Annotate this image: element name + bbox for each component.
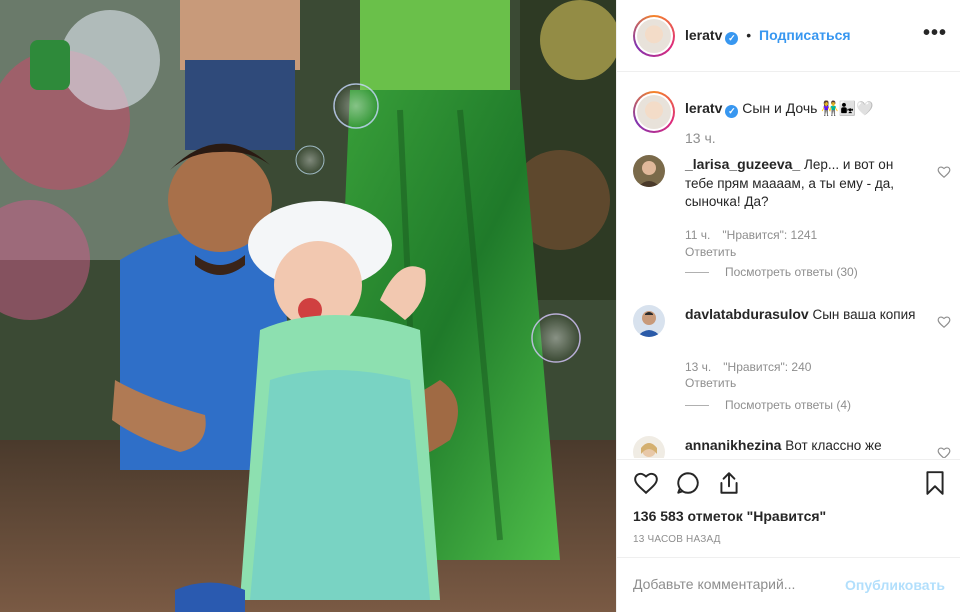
caption-text-row: leratv ✓ Сын и Дочь 👫👨‍👧🤍	[685, 99, 955, 118]
comment-username[interactable]: annanikhezina	[685, 437, 781, 453]
post-side-panel: leratv ✓ • Подписаться ••• leratv ✓ Сын и …	[616, 0, 960, 612]
commenter-avatar[interactable]	[633, 436, 665, 458]
comment-text-row: annanikhezina Вот классно же	[685, 436, 917, 456]
comment-meta: 11 ч. "Нравится": 1241	[685, 228, 817, 242]
replies-divider	[685, 272, 709, 274]
author-username[interactable]: leratv	[685, 27, 722, 43]
verified-badge-icon: ✓	[725, 32, 739, 45]
photo-illustration	[0, 0, 616, 612]
view-replies-button[interactable]: Посмотреть ответы (30)	[685, 265, 858, 279]
separator-dot: •	[746, 27, 752, 43]
view-replies-label: Посмотреть ответы (4)	[725, 398, 852, 412]
comment-text-row: _larisa_guzeeva_ Лер... и вот он тебе пр…	[685, 155, 917, 212]
comments-list[interactable]: leratv ✓ Сын и Дочь 👫👨‍👧🤍 13 ч. _larisa_g…	[617, 73, 960, 458]
reply-button[interactable]: Ответить	[685, 376, 736, 390]
author-avatar[interactable]	[633, 15, 675, 57]
follow-button[interactable]: Подписаться	[759, 27, 851, 43]
comment-username[interactable]: davlatabdurasulov	[685, 306, 809, 322]
comment-username[interactable]: _larisa_guzeeva_	[685, 156, 800, 172]
comment-likes[interactable]: "Нравится": 1241	[722, 228, 817, 242]
caption-username[interactable]: leratv	[685, 100, 722, 116]
add-comment-bar: Опубликовать	[617, 557, 960, 612]
view-replies-label: Посмотреть ответы (30)	[725, 265, 858, 279]
reply-button[interactable]: Ответить	[685, 245, 736, 259]
comment-icon[interactable]	[675, 470, 701, 496]
comment-likes[interactable]: "Нравится": 240	[723, 360, 811, 374]
post-header: leratv ✓ • Подписаться •••	[617, 0, 960, 72]
post-photo[interactable]	[0, 0, 616, 612]
comment-time[interactable]: 13 ч.	[685, 360, 711, 374]
comment-input[interactable]	[633, 576, 833, 592]
publish-button[interactable]: Опубликовать	[845, 577, 945, 593]
caption-time[interactable]: 13 ч.	[685, 130, 716, 146]
caption-text: Сын и Дочь 👫👨‍👧🤍	[742, 100, 874, 116]
comment-meta: 13 ч. "Нравится": 240	[685, 360, 811, 374]
commenter-avatar[interactable]	[633, 155, 665, 187]
bookmark-icon[interactable]	[922, 470, 948, 496]
comment-like-heart-icon[interactable]	[937, 165, 951, 179]
likes-count[interactable]: 136 583 отметок "Нравится"	[633, 508, 826, 524]
verified-badge-icon: ✓	[725, 105, 739, 118]
comment-text-row: davlatabdurasulov Сын ваша копия	[685, 305, 917, 325]
caption-avatar[interactable]	[633, 91, 675, 133]
commenter-avatar[interactable]	[633, 305, 665, 337]
heart-icon[interactable]	[633, 470, 659, 496]
post-actions-bar: 136 583 отметок "Нравится" 13 ЧАСОВ НАЗА…	[617, 459, 960, 557]
posted-time[interactable]: 13 ЧАСОВ НАЗАД	[633, 534, 721, 545]
header-user-row: leratv ✓ • Подписаться	[685, 27, 851, 45]
comment-like-heart-icon[interactable]	[937, 446, 951, 458]
view-replies-button[interactable]: Посмотреть ответы (4)	[685, 398, 851, 412]
comment-text: Вот классно же	[785, 438, 882, 453]
share-icon[interactable]	[716, 470, 742, 496]
replies-divider	[685, 405, 709, 407]
more-options-icon[interactable]: •••	[923, 23, 947, 43]
comment-text: Сын ваша копия	[812, 307, 916, 322]
comment-time[interactable]: 11 ч.	[685, 228, 710, 242]
comment-like-heart-icon[interactable]	[937, 315, 951, 329]
